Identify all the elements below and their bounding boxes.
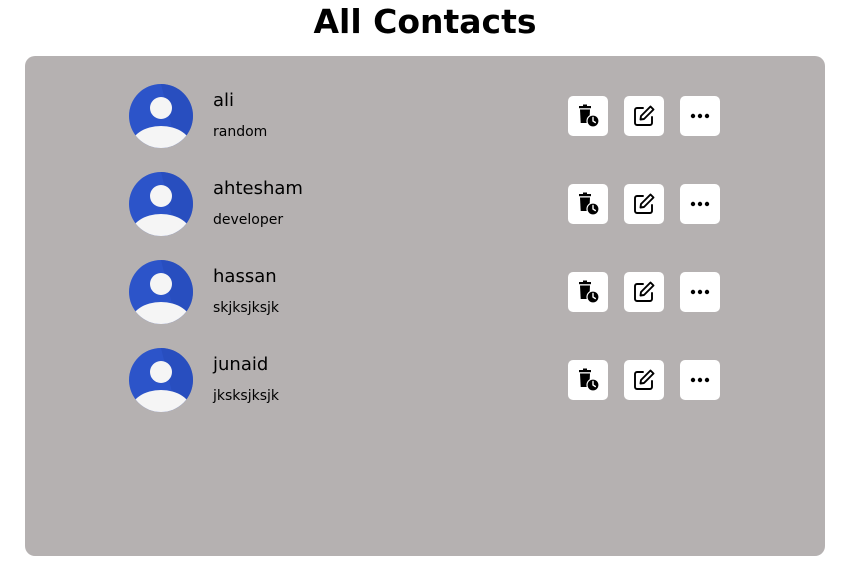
more-dots-icon (690, 377, 710, 383)
contact-name: junaid (213, 354, 269, 375)
contact-description: developer (213, 212, 284, 228)
contact-description: jksksjksjk (213, 388, 279, 404)
edit-icon (634, 193, 655, 214)
edit-button[interactable] (624, 272, 664, 312)
contact-row: hassan skjksjksjk (129, 260, 729, 324)
trash-clock-icon (579, 192, 600, 216)
edit-icon (634, 369, 655, 390)
contact-row: ali random (129, 84, 729, 148)
delete-button[interactable] (568, 272, 608, 312)
contact-row: junaid jksksjksjk (129, 348, 729, 412)
more-options-button[interactable] (680, 272, 720, 312)
more-dots-icon (690, 289, 710, 295)
avatar (129, 172, 193, 236)
edit-button[interactable] (624, 184, 664, 224)
edit-button[interactable] (624, 96, 664, 136)
trash-clock-icon (579, 104, 600, 128)
trash-clock-icon (579, 368, 600, 392)
page-title: All Contacts (313, 2, 537, 41)
contact-description: random (213, 124, 268, 140)
more-options-button[interactable] (680, 184, 720, 224)
more-options-button[interactable] (680, 360, 720, 400)
trash-clock-icon (579, 280, 600, 304)
avatar (129, 260, 193, 324)
more-dots-icon (690, 201, 710, 207)
contact-name: hassan (213, 266, 277, 287)
more-dots-icon (690, 113, 710, 119)
edit-icon (634, 105, 655, 126)
delete-button[interactable] (568, 184, 608, 224)
delete-button[interactable] (568, 96, 608, 136)
contact-description: skjksjksjk (213, 300, 279, 316)
contact-name: ahtesham (213, 178, 303, 199)
avatar (129, 84, 193, 148)
edit-button[interactable] (624, 360, 664, 400)
avatar (129, 348, 193, 412)
contact-row: ahtesham developer (129, 172, 729, 236)
edit-icon (634, 281, 655, 302)
delete-button[interactable] (568, 360, 608, 400)
more-options-button[interactable] (680, 96, 720, 136)
contact-name: ali (213, 90, 235, 111)
contacts-panel: ali random ahtesham developer hassan skj… (25, 56, 825, 556)
